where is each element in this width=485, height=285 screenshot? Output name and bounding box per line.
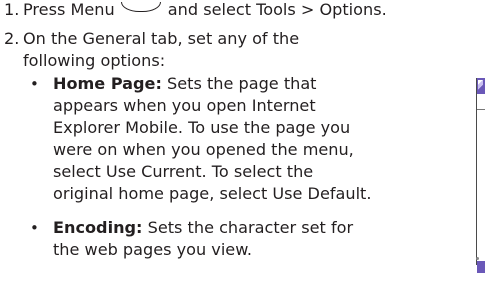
- menu-bar: [477, 261, 485, 273]
- option-term: Encoding:: [53, 218, 143, 237]
- windows-logo-icon: [478, 80, 483, 91]
- step-1-after: and select Tools > Options.: [167, 0, 387, 19]
- device-screenshot-thumbnail: [476, 78, 485, 273]
- bullet-icon: •: [30, 219, 39, 237]
- option-text: select Use Current. To select the: [53, 162, 314, 181]
- menu-softkey-icon: [120, 2, 161, 12]
- option-text: original home page, select Use Default.: [53, 184, 372, 203]
- title-bar: [477, 78, 485, 94]
- divider: [477, 109, 485, 110]
- step-number: 2.: [4, 29, 20, 48]
- option-text: the web pages you view.: [53, 240, 253, 259]
- step-2-line: following options:: [23, 51, 166, 70]
- step-1-text: Press Menu and select Tools > Options.: [23, 0, 387, 22]
- option-text: Explorer Mobile. To use the page you: [53, 118, 351, 137]
- step-2-line: On the General tab, set any of the: [23, 29, 300, 48]
- option-term: Home Page:: [53, 74, 162, 93]
- option-text: were on when you opened the menu,: [53, 140, 354, 159]
- radio-icon: [476, 257, 479, 260]
- option-home-page-line: Home Page: Sets the page that: [53, 73, 317, 96]
- step-1-before: Press Menu: [23, 0, 115, 19]
- screenshot-frame: [476, 78, 485, 265]
- option-text: Sets the character set for: [147, 218, 354, 237]
- option-encoding-line: Encoding: Sets the character set for: [53, 217, 353, 240]
- bullet-icon: •: [30, 75, 39, 93]
- option-text: Sets the page that: [167, 74, 317, 93]
- option-text: appears when you open Internet: [53, 96, 316, 115]
- step-number: 1.: [4, 0, 20, 19]
